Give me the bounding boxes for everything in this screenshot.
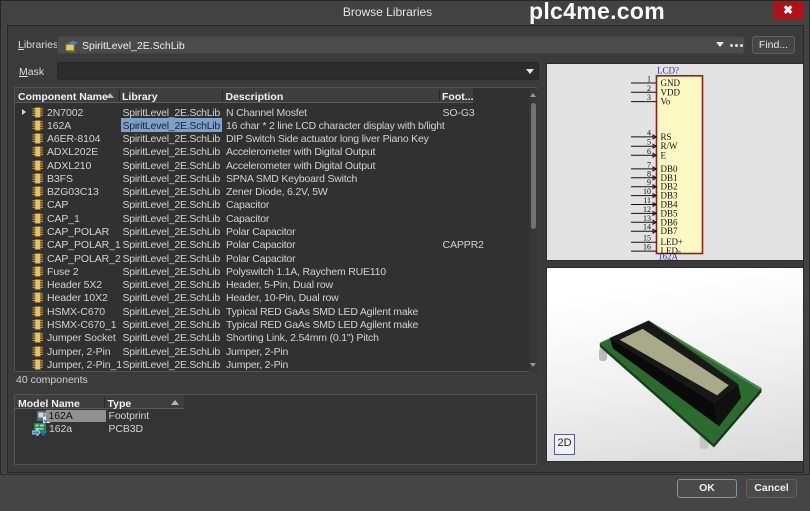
svg-text:E: E <box>661 150 667 160</box>
svg-text:DB7: DB7 <box>661 226 679 236</box>
svg-text:10: 10 <box>643 187 651 196</box>
svg-text:LCD?: LCD? <box>657 66 679 76</box>
svg-text:Vo: Vo <box>661 97 671 107</box>
svg-text:7: 7 <box>647 160 651 169</box>
svg-text:4: 4 <box>647 128 651 137</box>
svg-text:2: 2 <box>647 84 651 93</box>
svg-text:1: 1 <box>647 75 651 84</box>
svg-text:11: 11 <box>643 196 651 205</box>
svg-text:3: 3 <box>647 93 651 102</box>
svg-text:15: 15 <box>643 234 651 243</box>
svg-text:5: 5 <box>647 138 651 147</box>
svg-text:6: 6 <box>647 147 651 156</box>
svg-text:LED-: LED- <box>661 246 682 256</box>
svg-text:16: 16 <box>643 243 651 252</box>
svg-text:12: 12 <box>643 205 651 214</box>
svg-text:13: 13 <box>643 214 651 223</box>
svg-text:9: 9 <box>647 178 651 187</box>
svg-text:8: 8 <box>647 169 651 178</box>
svg-text:14: 14 <box>643 223 651 232</box>
